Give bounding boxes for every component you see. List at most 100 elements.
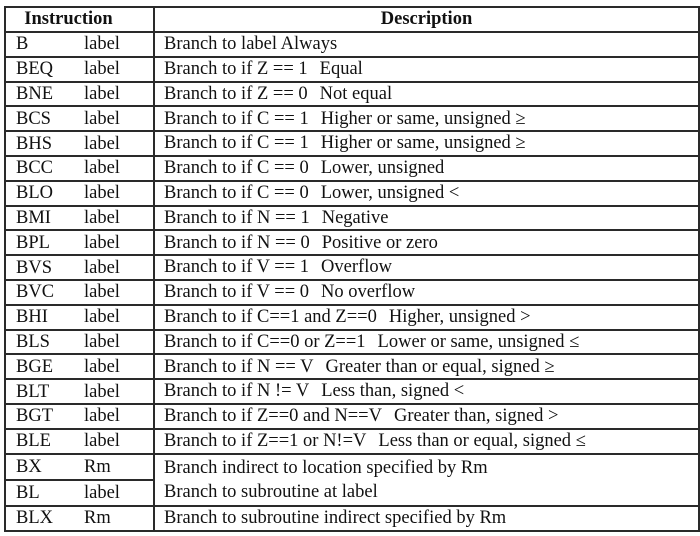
description-cell: Branch to if Z==0 and N==V Greater than, … — [153, 402, 700, 430]
table-row: BHI label Branch to if C==1 and Z==0 Higher… — [4, 303, 700, 331]
instruction-cell: BLO label — [4, 179, 155, 207]
meaning-text: Lower, unsigned — [320, 158, 445, 179]
condition-text: Branch to if V == 1 — [164, 257, 310, 278]
description-cell: Branch to if C==0 or Z==1 Lower or same, … — [153, 328, 700, 356]
branch-instruction-table: Instruction Description Blabel Branch to … — [4, 6, 700, 532]
condition-text: Branch to if N == 1 — [164, 207, 310, 228]
condition-text: Branch to if C == 1 — [164, 133, 309, 154]
mnemonic: BLS — [16, 331, 50, 352]
header-row: Instruction Description — [4, 6, 700, 33]
condition-text: Branch to if C==0 or Z==1 — [164, 331, 366, 352]
operand: label — [84, 430, 120, 451]
table-row: BLX Rm Branch to subroutine indirect speci… — [4, 504, 700, 532]
description-cell: Branch to if Z == 0 Not equal — [153, 80, 700, 108]
table-row: BX Rm Branch indirect to location specifie… — [4, 452, 700, 507]
mnemonic: BX — [16, 456, 42, 477]
condition-text: Branch to if N == V — [164, 356, 314, 377]
condition-text: Branch to if Z == 0 — [164, 83, 308, 104]
table-row: BLE label Branch to if Z==1 or N!=V Less th… — [4, 427, 700, 455]
table-row: BLT label Branch to if N != V Less than, si… — [4, 378, 700, 405]
meaning-text: Greater than, signed > — [393, 406, 559, 427]
table-row: BNE label Branch to if Z == 0 Not equal — [4, 80, 700, 108]
operand: label — [84, 257, 120, 278]
instruction-cell: BHI label — [4, 303, 155, 331]
meaning-text: Negative — [321, 207, 389, 228]
operand: label — [84, 306, 120, 327]
operand: label — [84, 182, 120, 203]
mnemonic: BL — [16, 482, 40, 503]
operand: Rm — [84, 456, 111, 477]
description-cell: Branch to if N == 1 Negative — [153, 204, 700, 232]
mnemonic: BPL — [16, 232, 50, 253]
operand: label — [84, 207, 120, 228]
condition-text: Branch to if Z==0 and N==V — [164, 406, 382, 427]
table-row: BGT label Branch to if Z==0 and N==V Greate… — [4, 402, 700, 430]
table-row: BLS label Branch to if C==0 or Z==1 Lower o… — [4, 328, 700, 356]
instruction-cell: BNE label — [4, 80, 155, 108]
operand: label — [84, 482, 120, 503]
table-row: BLO label Branch to if C == 0 Lower, unsign… — [4, 179, 700, 207]
mnemonic: BCC — [16, 158, 54, 179]
operand: label — [84, 406, 120, 427]
instruction-cell: BVC label — [4, 278, 155, 306]
meaning-text: Less than or equal, signed ≤ — [378, 430, 586, 451]
instruction-cell: BLX Rm — [4, 504, 155, 532]
operand: label — [84, 58, 120, 79]
description-text: Branch to subroutine indirect specified … — [164, 507, 507, 528]
table-row: BMI label Branch to if N == 1 Negative — [4, 204, 700, 232]
meaning-text: No overflow — [321, 282, 416, 303]
condition-text: Branch to if N != V — [164, 381, 310, 402]
mnemonic: BGT — [16, 406, 53, 427]
meaning-text: Higher or same, unsigned ≥ — [320, 133, 526, 154]
operand: label — [84, 108, 120, 129]
operand: label — [84, 381, 120, 402]
instruction-cell: BX Rm — [4, 452, 155, 481]
mnemonic: BHS — [16, 133, 52, 154]
table-row: BCS label Branch to if C == 1 Higher or sam… — [4, 105, 700, 133]
operand: label — [84, 331, 120, 352]
description-text: Branch to label Always — [164, 34, 338, 55]
instruction-cell: BEQ label — [4, 55, 155, 83]
table-row: BHS label Branch to if C == 1 Higher or sam… — [4, 130, 700, 157]
mnemonic: BVC — [16, 282, 55, 303]
mnemonic: BHI — [16, 306, 48, 327]
mnemonic: BMI — [16, 207, 51, 228]
header-description: Description — [153, 6, 700, 33]
condition-text: Branch to if N == 0 — [164, 232, 310, 253]
meaning-text: Lower or same, unsigned ≤ — [377, 331, 580, 352]
meaning-text: Higher, unsigned > — [388, 306, 531, 327]
operand: label — [84, 356, 120, 377]
header-instruction: Instruction — [4, 6, 155, 33]
instruction-cell: BCC label — [4, 154, 155, 182]
meaning-text: Less than, signed < — [321, 381, 465, 402]
condition-text: Branch to if C == 1 — [164, 108, 309, 129]
mnemonic: BNE — [16, 83, 53, 104]
table-row: BGE label Branch to if N == V Greater than … — [4, 353, 700, 381]
mnemonic: BLT — [16, 381, 50, 402]
description-cell: Branch to if Z==1 or N!=V Less than or eq… — [153, 427, 700, 455]
description-cell: Branch to if V == 1 Overflow — [153, 254, 700, 281]
description-cell: Branch to if N == 0 Positive or zero — [153, 229, 700, 257]
mnemonic: BLX — [16, 507, 53, 528]
table-row: BVS label Branch to if V == 1 Overflow — [4, 254, 700, 281]
operand: label — [84, 83, 120, 104]
mnemonic: BGE — [16, 356, 53, 377]
condition-text: Branch to if C == 0 — [164, 158, 309, 179]
operand: label — [84, 133, 120, 154]
instruction-cell: BLE label — [4, 427, 155, 455]
operand: Rm — [84, 507, 111, 528]
description-text: Branch to subroutine at label — [164, 482, 378, 503]
instruction-cell: BHS label — [4, 130, 155, 157]
instruction-cell: BL label — [4, 478, 155, 507]
description-cell: Branch to subroutine indirect specified … — [153, 504, 700, 532]
description-text: Branch indirect to location specified by… — [164, 457, 488, 478]
condition-text: Branch to if C == 0 — [164, 182, 309, 203]
description-cell: Branch to if C==1 and Z==0 Higher, unsign… — [153, 303, 700, 331]
instruction-cell: BLS label — [4, 328, 155, 356]
description-cell: Branch to if C == 0 Lower, unsigned < — [153, 179, 700, 207]
instruction-cell: BLT label — [4, 378, 155, 405]
meaning-text: Higher or same, unsigned ≥ — [320, 108, 526, 129]
description-cell: Branch to if C == 1 Higher or same, unsig… — [153, 105, 700, 133]
mnemonic: BCS — [16, 108, 51, 129]
description-cell: Branch to if V == 0 No overflow — [153, 278, 700, 306]
